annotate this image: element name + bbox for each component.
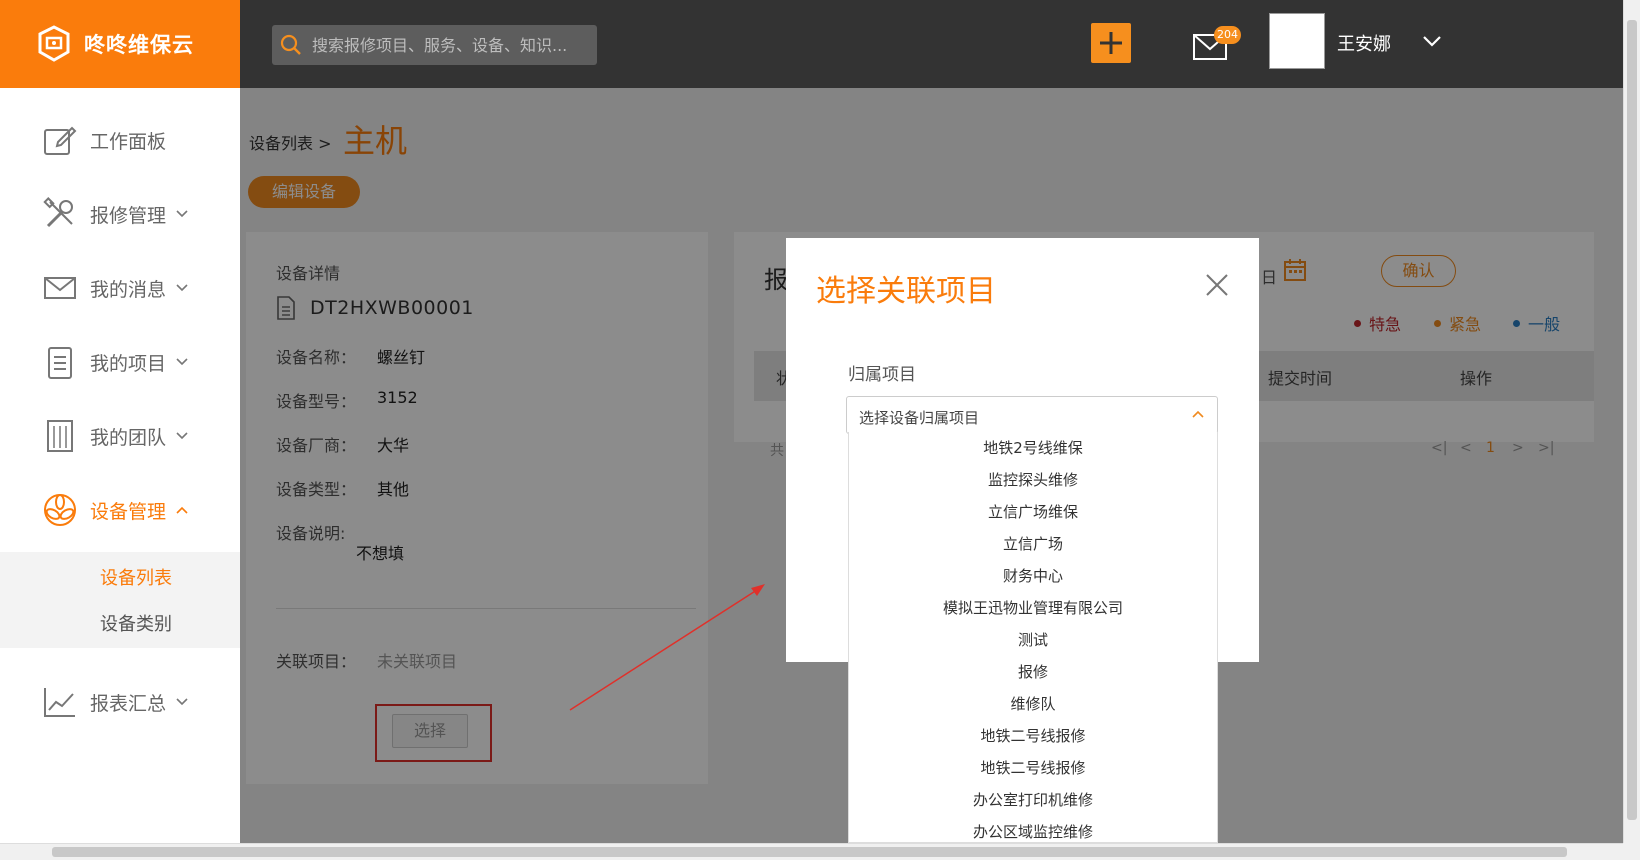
project-select[interactable]: 选择设备归属项目 (846, 396, 1218, 434)
building-icon (47, 420, 73, 452)
dialog-title: 选择关联项目 (816, 274, 996, 309)
dropdown-option[interactable]: 办公室打印机维修 (849, 784, 1217, 816)
sidebar-item-label: 工作面板 (90, 130, 167, 153)
sidebar-item-reports[interactable]: 报表汇总 (0, 678, 240, 726)
sidebar-item-label: 报修管理 (90, 204, 167, 227)
dropdown-option[interactable]: 地铁二号线报修 (849, 752, 1217, 784)
clipboard-icon (48, 347, 72, 379)
sidebar-item-dashboard[interactable]: 工作面板 (0, 116, 240, 164)
search-input[interactable] (312, 35, 582, 55)
envelope-icon (44, 277, 76, 299)
scrollbar-corner (1623, 843, 1640, 860)
dropdown-option[interactable]: 维修队 (849, 688, 1217, 720)
brand-name: 咚咚维保云 (84, 33, 194, 57)
dropdown-option[interactable]: 办公区域监控维修 (849, 816, 1217, 842)
sidebar: 工作面板 报修管理 我的消息 我的项目 我的团队 设备管理 设备列表 设备类别 … (0, 88, 240, 843)
brand-logo[interactable]: 咚咚维保云 (0, 0, 240, 88)
plus-icon (1100, 32, 1122, 54)
sidebar-item-repair[interactable]: 报修管理 (0, 190, 240, 238)
chevron-up-icon (176, 506, 188, 514)
chevron-down-icon (176, 358, 188, 366)
sidebar-item-label: 报表汇总 (90, 692, 167, 715)
sidebar-item-equipment[interactable]: 设备管理 (0, 486, 240, 534)
logo-icon (38, 25, 70, 62)
avatar[interactable] (1269, 13, 1325, 69)
project-options-list: 地铁2号线维保 监控探头维修 立信广场维保 立信广场 财务中心 模拟王迅物业管理… (848, 432, 1218, 843)
dropdown-option[interactable]: 监控探头维修 (849, 464, 1217, 496)
chevron-down-icon[interactable] (1422, 34, 1442, 48)
dropdown-option[interactable]: 测试 (849, 624, 1217, 656)
chevron-down-icon (176, 210, 188, 218)
top-bar: 204 王安娜 (240, 0, 1623, 88)
chevron-down-icon (176, 432, 188, 440)
dropdown-option[interactable]: 报修 (849, 656, 1217, 688)
field-label: 归属项目 (848, 365, 916, 385)
messages-button[interactable]: 204 (1193, 26, 1241, 62)
scroll-thumb[interactable] (52, 847, 1567, 857)
dropdown-option[interactable]: 立信广场 (849, 528, 1217, 560)
select-placeholder: 选择设备归属项目 (859, 409, 980, 427)
dashboard-edit-icon (44, 126, 77, 155)
annotation-arrow (569, 584, 765, 711)
user-name[interactable]: 王安娜 (1337, 30, 1391, 56)
sidebar-subitem-device-category[interactable]: 设备类别 (100, 610, 172, 636)
sidebar-item-label: 我的消息 (90, 278, 167, 301)
vertical-scrollbar[interactable] (1623, 0, 1640, 843)
close-icon[interactable] (1204, 272, 1230, 298)
scroll-thumb[interactable] (1627, 20, 1637, 820)
sidebar-item-label: 设备管理 (90, 500, 167, 523)
chevron-down-icon (176, 698, 188, 706)
search-icon (280, 34, 301, 55)
dropdown-option[interactable]: 财务中心 (849, 560, 1217, 592)
dropdown-option[interactable]: 地铁2号线维保 (849, 432, 1217, 464)
horizontal-scrollbar[interactable] (0, 843, 1623, 860)
sidebar-subitem-device-list[interactable]: 设备列表 (100, 564, 172, 590)
dropdown-option[interactable]: 地铁二号线报修 (849, 720, 1217, 752)
fan-icon (44, 494, 76, 526)
tools-icon (43, 197, 73, 228)
sidebar-item-messages[interactable]: 我的消息 (0, 264, 240, 312)
sidebar-item-projects[interactable]: 我的项目 (0, 338, 240, 386)
chevron-down-icon (176, 284, 188, 292)
sidebar-item-label: 我的项目 (90, 352, 167, 375)
sidebar-item-label: 我的团队 (90, 426, 167, 449)
chart-line-icon (44, 688, 75, 717)
equipment-submenu: 设备列表 设备类别 (0, 552, 240, 648)
chevron-up-icon (1192, 410, 1204, 418)
sidebar-item-team[interactable]: 我的团队 (0, 412, 240, 460)
dropdown-option[interactable]: 立信广场维保 (849, 496, 1217, 528)
dropdown-option[interactable]: 模拟王迅物业管理有限公司 (849, 592, 1217, 624)
mail-badge: 204 (1214, 26, 1241, 44)
add-button[interactable] (1091, 23, 1131, 63)
search-box[interactable] (272, 25, 597, 65)
